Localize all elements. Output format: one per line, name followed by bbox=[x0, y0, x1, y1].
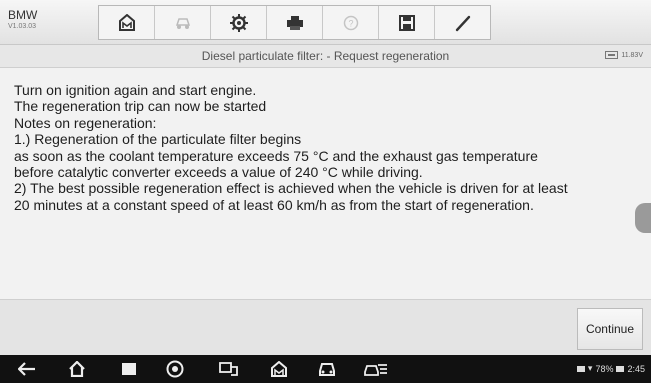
svg-text:?: ? bbox=[348, 18, 353, 28]
message-line: The regeneration trip can now be started bbox=[14, 98, 267, 115]
vci-icon bbox=[219, 362, 238, 376]
home-icon bbox=[69, 361, 85, 377]
status-area: ▾ 78% 2:45 bbox=[574, 363, 645, 374]
message-line: as soon as the coolant temperature excee… bbox=[14, 147, 538, 164]
message-line: Turn on ignition again and start engine. bbox=[14, 82, 257, 98]
home-icon bbox=[118, 14, 135, 31]
back-button[interactable] bbox=[16, 359, 38, 379]
message-line: before catalytic converter exceeds a val… bbox=[14, 164, 423, 181]
voltage-value: 11.83V bbox=[621, 51, 643, 59]
brand-block: BMW V1.03.03 bbox=[8, 9, 37, 30]
garage-button[interactable] bbox=[268, 359, 290, 379]
home-nav-button[interactable] bbox=[66, 359, 88, 379]
help-icon: ? bbox=[343, 15, 358, 30]
message-line: 2) The best possible regeneration effect… bbox=[14, 180, 568, 197]
toolbar: ? bbox=[98, 5, 491, 40]
vehicle-button[interactable] bbox=[155, 6, 211, 39]
software-version: V1.03.03 bbox=[8, 23, 37, 30]
footer-bar: Continue bbox=[0, 299, 651, 355]
save-button[interactable] bbox=[379, 6, 435, 39]
battery-status-icon bbox=[616, 365, 625, 372]
wifi-icon: ▾ bbox=[587, 363, 593, 373]
gear-icon bbox=[229, 13, 248, 32]
voltage-indicator: 11.83V bbox=[605, 51, 643, 59]
page-title: Diesel particulate filter: - Request reg… bbox=[201, 49, 450, 63]
garage-icon bbox=[271, 361, 287, 377]
floating-handle[interactable] bbox=[635, 203, 651, 233]
continue-button[interactable]: Continue bbox=[577, 308, 643, 350]
vehicle-menu-icon bbox=[364, 364, 387, 376]
printer-icon bbox=[286, 15, 303, 30]
title-row: Diesel particulate filter: - Request reg… bbox=[0, 45, 651, 68]
settings-button[interactable] bbox=[211, 6, 267, 39]
edit-button[interactable] bbox=[435, 6, 490, 39]
message-line: Notes on regeneration: bbox=[14, 114, 157, 131]
car-icon bbox=[319, 363, 335, 376]
save-icon bbox=[398, 14, 415, 31]
home-button[interactable] bbox=[99, 6, 155, 39]
brand-name: BMW bbox=[8, 8, 38, 22]
browser-icon bbox=[166, 360, 184, 378]
back-icon bbox=[18, 362, 35, 376]
message-line: 1.) Regeneration of the particulate filt… bbox=[14, 131, 302, 148]
print-button[interactable] bbox=[267, 6, 323, 39]
system-nav-bar: ▾ 78% 2:45 bbox=[0, 355, 651, 383]
battery-percent: 78% bbox=[595, 363, 614, 374]
vci-button[interactable] bbox=[218, 359, 240, 379]
car-icon bbox=[175, 17, 190, 29]
browser-button[interactable] bbox=[164, 359, 186, 379]
recent-apps-button[interactable] bbox=[118, 359, 140, 379]
vehicle-nav-button[interactable] bbox=[316, 359, 338, 379]
help-button[interactable]: ? bbox=[323, 6, 379, 39]
battery-icon bbox=[605, 51, 619, 59]
top-bar: BMW V1.03.03 ? bbox=[0, 0, 651, 45]
clock: 2:45 bbox=[627, 363, 645, 374]
message-icon bbox=[576, 365, 585, 372]
pen-icon bbox=[455, 15, 470, 31]
message-line: 20 minutes at a constant speed of at lea… bbox=[14, 196, 534, 213]
vehicle-menu-button[interactable] bbox=[362, 359, 390, 379]
recent-apps-icon bbox=[122, 363, 136, 375]
message-text: Turn on ignition again and start engine.… bbox=[14, 82, 644, 213]
